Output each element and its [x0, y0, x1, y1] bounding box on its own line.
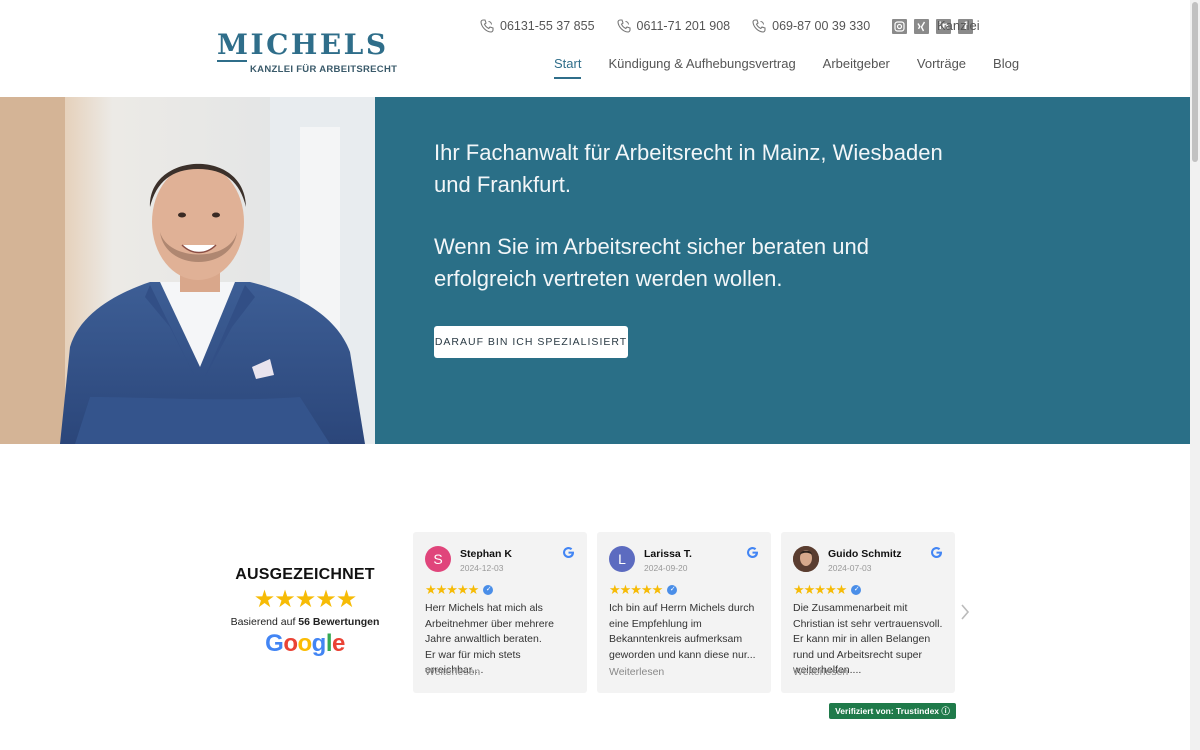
logo-wordmark: MICHELS [217, 28, 389, 61]
lawyer-portrait [0, 97, 375, 444]
stars-label: ★★★★★ [793, 582, 847, 597]
verified-icon: ✓ [667, 585, 678, 595]
verified-icon: ✓ [483, 585, 494, 595]
specialized-button[interactable]: DARAUF BIN ICH SPEZIALISIERT [434, 326, 628, 358]
phone-frankfurt[interactable]: 069-87 00 39 330 [752, 19, 870, 33]
reviewer-name: Stephan K [460, 548, 512, 560]
avatar: L [609, 546, 635, 572]
verified-icon: ✓ [851, 585, 862, 595]
phone-number: 069-87 00 39 330 [772, 19, 871, 33]
rating-summary: AUSGEZEICHNET ★★★★★ Basierend auf 56 Bew… [225, 566, 385, 658]
phone-wiesbaden[interactable]: 0611-71 201 908 [616, 19, 731, 33]
avatar [793, 546, 819, 572]
logo-underline [217, 60, 247, 62]
phone-icon [480, 19, 494, 33]
phone-number: 0611-71 201 908 [636, 19, 731, 33]
nav-start[interactable]: Start [554, 56, 582, 79]
review-card[interactable]: L Larissa T. 2024-09-20 ★★★★★ ✓ Ich bin … [597, 532, 771, 693]
phone-icon [752, 19, 766, 33]
hero-subline: Wenn Sie im Arbeitsrecht sicher beraten … [434, 234, 869, 291]
google-icon [931, 547, 942, 558]
contact-bar: 06131-55 37 855 0611-71 201 908 069-87 0… [480, 17, 980, 35]
kanzlei-link[interactable]: Kanzlei [937, 18, 980, 33]
phone-number: 06131-55 37 855 [500, 19, 595, 33]
rating-count: 56 Bewertungen [298, 616, 380, 628]
review-stars: ★★★★★ ✓ [793, 582, 862, 597]
nav-blog[interactable]: Blog [993, 56, 1019, 79]
review-card[interactable]: S Stephan K 2024-12-03 ★★★★★ ✓ Herr Mich… [413, 532, 587, 693]
main-nav: Start Kündigung & Aufhebungsvertrag Arbe… [554, 56, 1046, 79]
hero-text: Ihr Fachanwalt für Arbeitsrecht in Mainz… [434, 137, 954, 325]
review-card[interactable]: Guido Schmitz 2024-07-03 ★★★★★ ✓ Die Zus… [781, 532, 955, 693]
nav-vortraege[interactable]: Vorträge [917, 56, 966, 79]
nav-arbeitgeber[interactable]: Arbeitgeber [823, 56, 890, 79]
rating-title: AUSGEZEICHNET [235, 566, 375, 583]
avatar: S [425, 546, 451, 572]
hero-section: Ihr Fachanwalt für Arbeitsrecht in Mainz… [0, 97, 1190, 444]
logo-tagline: KANZLEI FÜR ARBEITSRECHT [250, 64, 398, 75]
page-scrollbar[interactable] [1190, 0, 1200, 750]
chevron-right-icon[interactable] [960, 603, 970, 626]
review-date: 2024-12-03 [460, 563, 504, 573]
phone-icon [616, 19, 631, 33]
rating-based-prefix: Basierend auf [230, 616, 296, 628]
hero-headline: Ihr Fachanwalt für Arbeitsrecht in Mainz… [434, 140, 943, 197]
read-more-link[interactable]: Weiterlesen [425, 666, 480, 678]
google-icon [747, 547, 758, 558]
xing-icon[interactable] [914, 18, 930, 34]
rating-based-on: Basierend auf 56 Bewertungen [225, 616, 385, 628]
nav-kuendigung[interactable]: Kündigung & Aufhebungsvertrag [608, 56, 795, 79]
phone-mainz[interactable]: 06131-55 37 855 [480, 19, 595, 33]
review-text: Ich bin auf Herrn Michels durch eine Emp… [609, 602, 756, 661]
avatar-photo [793, 546, 819, 572]
site-logo[interactable]: MICHELS KANZLEI FÜR ARBEITSRECHT [217, 30, 397, 75]
review-stars: ★★★★★ ✓ [425, 582, 494, 597]
trustindex-badge[interactable]: Verifiziert von: Trustindex ⓘ [829, 703, 956, 719]
instagram-icon[interactable] [892, 18, 908, 34]
review-date: 2024-07-03 [828, 563, 872, 573]
scrollbar-thumb[interactable] [1192, 2, 1198, 162]
site-header: MICHELS KANZLEI FÜR ARBEITSRECHT 06131-5… [0, 0, 1190, 97]
read-more-link[interactable]: Weiterlesen [609, 666, 664, 678]
google-logo: Google [265, 630, 345, 657]
review-stars: ★★★★★ ✓ [609, 582, 678, 597]
read-more-link[interactable]: Weiterlesen [793, 666, 848, 678]
reviewer-name: Larissa T. [644, 548, 692, 560]
stars-label: ★★★★★ [425, 582, 479, 597]
review-date: 2024-09-20 [644, 563, 688, 573]
google-icon [563, 547, 574, 558]
stars-label: ★★★★★ [609, 582, 663, 597]
reviewer-name: Guido Schmitz [828, 548, 902, 560]
rating-stars: ★★★★★ [253, 586, 358, 613]
